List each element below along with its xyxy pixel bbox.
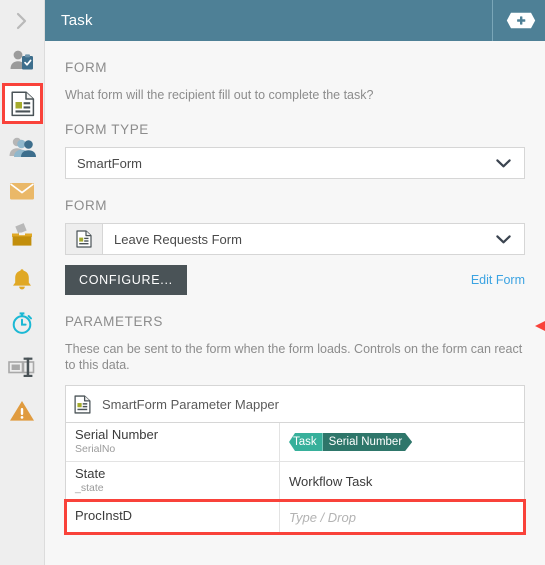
- parameter-value-cell[interactable]: Task Serial Number: [280, 423, 524, 461]
- parameter-value-cell[interactable]: Workflow Task: [280, 462, 524, 500]
- sidebar-item-timer[interactable]: [0, 301, 45, 345]
- value-token[interactable]: Task Serial Number: [289, 433, 412, 451]
- red-left-arrow-annotation: [535, 321, 545, 331]
- plus-icon: [506, 12, 536, 29]
- form-type-label: FORM TYPE: [65, 122, 149, 137]
- table-row[interactable]: Serial Number SerialNo Task Serial Numbe…: [66, 423, 524, 462]
- parameter-mapper-table: SmartForm Parameter Mapper Serial Number…: [64, 385, 526, 535]
- edit-form-link[interactable]: Edit Form: [471, 273, 525, 287]
- people-group-icon: [9, 137, 36, 157]
- parameter-mapper-header: SmartForm Parameter Mapper: [66, 386, 524, 423]
- left-sidebar: [0, 0, 45, 565]
- sidebar-item-text-field[interactable]: [0, 345, 45, 389]
- form-section-description: What form will the recipient fill out to…: [65, 88, 374, 102]
- parameter-name: ProcInstD: [75, 508, 133, 523]
- form-section-label: FORM: [65, 60, 108, 75]
- document-form-icon: [10, 90, 34, 116]
- sidebar-item-person-clipboard[interactable]: [0, 38, 45, 82]
- main-body: FORM What form will the recipient fill o…: [45, 41, 545, 565]
- page-title: Task: [61, 12, 93, 29]
- form-select-label: FORM: [65, 198, 108, 213]
- chevron-down-icon: [488, 158, 524, 168]
- chevron-right-icon: [16, 12, 27, 30]
- envelope-mail-icon: [10, 183, 34, 200]
- parameters-section-description: These can be sent to the form when the f…: [65, 342, 523, 372]
- sidebar-item-warning[interactable]: [0, 389, 45, 433]
- token-scope: Task: [289, 433, 323, 451]
- sidebar-item-notifications[interactable]: [0, 257, 45, 301]
- application-window: Task FORM What form will the recipient f…: [0, 0, 545, 565]
- form-document-icon: [66, 224, 103, 254]
- parameters-section-label: PARAMETERS: [65, 314, 164, 329]
- parameter-name: State: [75, 466, 106, 481]
- add-button[interactable]: [506, 12, 536, 29]
- parameter-key-cell: ProcInstD: [66, 501, 280, 533]
- token-field: Serial Number: [323, 433, 413, 451]
- person-clipboard-icon: [10, 50, 33, 70]
- ballot-box-icon: [12, 223, 32, 246]
- parameter-name: Serial Number: [75, 427, 159, 442]
- parameter-value-placeholder: Type / Drop: [289, 509, 356, 525]
- parameter-value: Workflow Task: [289, 473, 373, 489]
- sidebar-item-ballot-box[interactable]: [0, 213, 45, 257]
- parameter-key-cell: Serial Number SerialNo: [66, 423, 280, 461]
- content-pane: Task FORM What form will the recipient f…: [45, 0, 545, 565]
- header-divider: [492, 0, 493, 41]
- bell-notification-icon: [13, 269, 31, 290]
- header-actions: [492, 0, 545, 41]
- configure-button[interactable]: CONFIGURE...: [65, 265, 187, 295]
- form-type-select[interactable]: SmartForm: [65, 147, 525, 179]
- form-type-value: SmartForm: [77, 155, 142, 171]
- sidebar-item-form[interactable]: [2, 83, 43, 124]
- table-row[interactable]: State _state Workflow Task: [66, 462, 524, 501]
- parameter-id: SerialNo: [75, 443, 116, 455]
- sidebar-expand-button[interactable]: [0, 4, 45, 38]
- parameter-mapper-title: SmartForm Parameter Mapper: [102, 396, 279, 412]
- stopwatch-timer-icon: [12, 312, 32, 334]
- sidebar-item-people[interactable]: [0, 125, 45, 169]
- parameter-id: _state: [75, 482, 104, 494]
- parameter-value-cell[interactable]: Type / Drop: [280, 501, 524, 533]
- form-select[interactable]: Leave Requests Form: [65, 223, 525, 255]
- form-document-icon: [74, 394, 91, 414]
- header-bar: Task: [45, 0, 545, 41]
- form-select-value: Leave Requests Form: [114, 231, 242, 247]
- table-row[interactable]: ProcInstD Type / Drop: [64, 499, 526, 535]
- parameter-key-cell: State _state: [66, 462, 280, 500]
- chevron-down-icon: [488, 234, 524, 244]
- text-input-field-icon: [8, 357, 35, 377]
- form-actions-row: CONFIGURE... Edit Form: [65, 265, 525, 295]
- warning-triangle-icon: [10, 401, 34, 421]
- sidebar-item-mail[interactable]: [0, 169, 45, 213]
